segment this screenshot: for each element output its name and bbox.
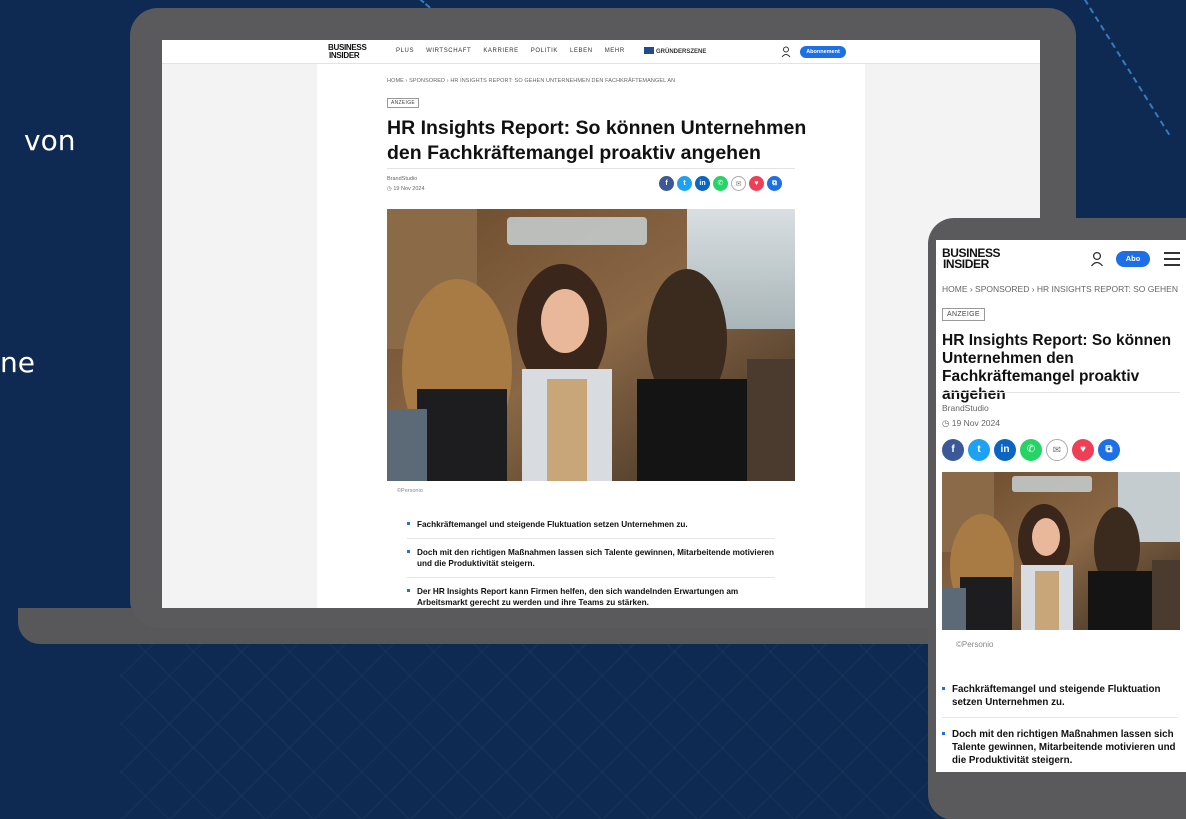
hamburger-menu-icon[interactable] bbox=[1164, 252, 1180, 266]
article-title: HR Insights Report: So können Unternehme… bbox=[942, 332, 1172, 403]
main-menu: PLUS WIRTSCHAFT KARRIERE POLITIK LEBEN M… bbox=[396, 48, 625, 54]
share-bar: f t in ✆ ✉ ♥ ⧉ bbox=[942, 439, 1120, 461]
decorative-dotted-line bbox=[1078, 0, 1171, 136]
laptop-screen: BUSINESS INSIDER PLUS WIRTSCHAFT KARRIER… bbox=[162, 40, 1040, 608]
cropped-side-text: ne bbox=[0, 346, 35, 379]
background-pattern bbox=[120, 640, 940, 819]
email-share-icon[interactable]: ✉ bbox=[1046, 439, 1068, 461]
sponsored-tag: ANZEIGE bbox=[387, 98, 420, 108]
pocket-share-icon[interactable]: ♥ bbox=[749, 176, 764, 191]
author-name[interactable]: BrandStudio bbox=[387, 176, 417, 182]
summary-list: Fachkräftemangel und steigende Fluktuati… bbox=[407, 519, 775, 608]
copy-link-icon[interactable]: ⧉ bbox=[767, 176, 782, 191]
breadcrumb[interactable]: HOME › SPONSORED › HR INSIGHTS REPORT: S… bbox=[387, 78, 675, 84]
cropped-side-text: von bbox=[24, 124, 76, 157]
share-bar: f t in ✆ ✉ ♥ ⧉ bbox=[659, 176, 782, 191]
summary-item: Fachkräftemangel und steigende Fluktuati… bbox=[407, 519, 775, 539]
menu-item-karriere[interactable]: KARRIERE bbox=[483, 48, 518, 54]
linkedin-share-icon[interactable]: in bbox=[695, 176, 710, 191]
gruenderszene-link[interactable]: GRÜNDERSZENE bbox=[644, 47, 706, 55]
menu-item-plus[interactable]: PLUS bbox=[396, 48, 414, 54]
summary-item: Der HR Insights Report kann Firmen helfe… bbox=[407, 586, 775, 608]
whatsapp-share-icon[interactable]: ✆ bbox=[1020, 439, 1042, 461]
publish-date: ◷ 19 Nov 2024 bbox=[942, 418, 1000, 428]
twitter-share-icon[interactable]: t bbox=[677, 176, 692, 191]
photo-credit: ©Personio bbox=[397, 488, 423, 494]
divider bbox=[942, 392, 1180, 393]
summary-item: Doch mit den richtigen Maßnahmen lassen … bbox=[942, 728, 1178, 772]
article-container: HOME › SPONSORED › HR INSIGHTS REPORT: S… bbox=[317, 64, 865, 608]
subscribe-button[interactable]: Abonnement bbox=[800, 46, 846, 58]
article-title: HR Insights Report: So können Unternehme… bbox=[387, 117, 807, 164]
summary-item: Doch mit den richtigen Maßnahmen lassen … bbox=[407, 547, 775, 578]
menu-item-politik[interactable]: POLITIK bbox=[531, 48, 558, 54]
subscribe-button[interactable]: Abo bbox=[1116, 251, 1150, 267]
twitter-share-icon[interactable]: t bbox=[968, 439, 990, 461]
menu-item-wirtschaft[interactable]: WIRTSCHAFT bbox=[426, 48, 471, 54]
article-photo bbox=[942, 472, 1180, 630]
phone-screen: BUSINESS INSIDER Abo HOME › SPONSORED › … bbox=[936, 240, 1186, 772]
summary-item: Fachkräftemangel und steigende Fluktuati… bbox=[942, 683, 1178, 718]
gruenderszene-logo-icon bbox=[644, 47, 654, 54]
breadcrumb[interactable]: HOME › SPONSORED › HR INSIGHTS REPORT: S… bbox=[942, 284, 1178, 294]
menu-item-mehr[interactable]: MEHR bbox=[605, 48, 625, 54]
top-navigation: BUSINESS INSIDER PLUS WIRTSCHAFT KARRIER… bbox=[162, 40, 1040, 64]
facebook-share-icon[interactable]: f bbox=[942, 439, 964, 461]
whatsapp-share-icon[interactable]: ✆ bbox=[713, 176, 728, 191]
pocket-share-icon[interactable]: ♥ bbox=[1072, 439, 1094, 461]
business-insider-logo[interactable]: BUSINESS INSIDER bbox=[942, 247, 1001, 270]
business-insider-logo[interactable]: BUSINESS INSIDER bbox=[328, 44, 367, 59]
user-icon[interactable] bbox=[1090, 251, 1104, 267]
email-share-icon[interactable]: ✉ bbox=[731, 176, 746, 191]
sponsored-tag: ANZEIGE bbox=[942, 308, 985, 321]
copy-link-icon[interactable]: ⧉ bbox=[1098, 439, 1120, 461]
article-photo bbox=[387, 209, 795, 481]
menu-item-leben[interactable]: LEBEN bbox=[570, 48, 593, 54]
linkedin-share-icon[interactable]: in bbox=[994, 439, 1016, 461]
facebook-share-icon[interactable]: f bbox=[659, 176, 674, 191]
divider bbox=[387, 168, 795, 169]
summary-list: Fachkräftemangel und steigende Fluktuati… bbox=[942, 683, 1178, 772]
user-icon[interactable] bbox=[781, 46, 791, 58]
photo-credit: ©Personio bbox=[956, 640, 994, 649]
author-name[interactable]: BrandStudio bbox=[942, 403, 989, 413]
publish-date: ◷ 19 Nov 2024 bbox=[387, 186, 425, 192]
